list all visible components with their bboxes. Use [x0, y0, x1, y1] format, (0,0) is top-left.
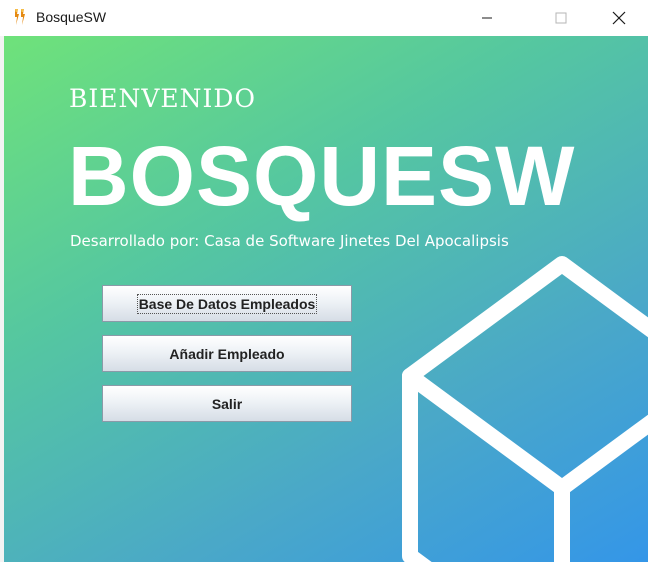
maximize-icon	[555, 12, 567, 24]
employee-database-label: Base De Datos Empleados	[136, 293, 318, 314]
exit-button[interactable]: Salir	[102, 385, 352, 422]
welcome-heading: BIENVENIDO	[69, 84, 256, 113]
exit-label: Salir	[211, 395, 243, 412]
main-panel: BIENVENIDO BOSQUESW Desarrollado por: Ca…	[4, 36, 648, 562]
title-bar[interactable]: BosqueSW	[0, 0, 648, 36]
app-window: BosqueSW BIENVENIDO BOSQUESW Desarrollad…	[0, 0, 648, 562]
brand-title: BOSQUESW	[68, 129, 576, 223]
cube-icon	[402, 256, 648, 562]
maximize-button[interactable]	[538, 0, 584, 36]
employee-database-button[interactable]: Base De Datos Empleados	[102, 285, 352, 322]
close-icon	[612, 11, 626, 25]
minimize-button[interactable]	[464, 0, 510, 36]
add-employee-button[interactable]: Añadir Empleado	[102, 335, 352, 372]
close-button[interactable]	[596, 0, 642, 36]
developer-subtitle: Desarrollado por: Casa de Software Jinet…	[70, 232, 509, 250]
app-logo-icon	[15, 9, 25, 25]
add-employee-label: Añadir Empleado	[169, 345, 285, 362]
window-title: BosqueSW	[36, 9, 107, 25]
minimize-icon	[482, 17, 492, 19]
